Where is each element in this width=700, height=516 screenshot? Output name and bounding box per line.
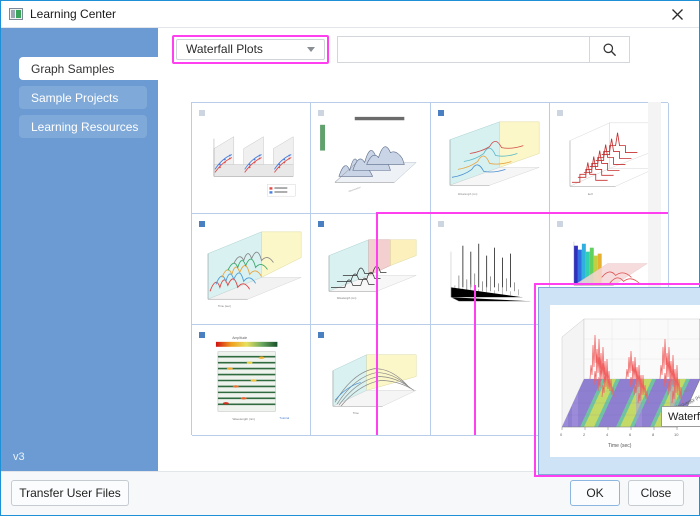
thumbnail-cell[interactable]: Time (sec): [192, 214, 311, 325]
sidebar-item-graph-samples[interactable]: Graph Samples: [19, 57, 164, 80]
svg-text:Tutorial: Tutorial: [279, 416, 289, 420]
sidebar-item-learning-resources[interactable]: Learning Resources: [19, 115, 147, 138]
svg-text:0: 0: [560, 432, 563, 437]
waterfall-y-colormap-chart: 024 6810 Time (sec) 100500 Amplitude (a.…: [550, 305, 700, 457]
svg-text:Amplitude: Amplitude: [232, 336, 247, 340]
close-label: Close: [641, 486, 672, 500]
category-select-highlight: Waterfall Plots: [172, 35, 329, 64]
svg-text:Wavelength (nm): Wavelength (nm): [457, 192, 477, 196]
window-body: Graph Samples Sample Projects Learning R…: [1, 28, 699, 473]
graph-thumbnail-3d-waterfall-filled: Wavenumber: [311, 103, 429, 213]
sidebar: Graph Samples Sample Projects Learning R…: [1, 28, 158, 473]
category-select[interactable]: Waterfall Plots: [176, 39, 325, 60]
thumbnail-cell[interactable]: Wavenumber: [311, 103, 430, 214]
svg-text:Time: Time: [353, 411, 360, 415]
graph-thumbnail-3d-waterfall-shaded-regions: Wavelength (nm): [311, 214, 429, 324]
svg-text:6: 6: [629, 432, 632, 437]
search-input[interactable]: [337, 36, 589, 63]
preview-popup-highlight: 024 6810 Time (sec) 100500 Amplitude (a.…: [534, 283, 700, 477]
sidebar-item-label: Learning Resources: [31, 120, 138, 134]
preview-popup[interactable]: 024 6810 Time (sec) 100500 Amplitude (a.…: [538, 287, 700, 475]
search-icon: [602, 42, 617, 57]
thumbnail-cell[interactable]: [192, 103, 311, 214]
preview-tooltip: Waterfall Plots - Waterfall with Y Color…: [661, 406, 700, 427]
thumbnail-cell[interactable]: [431, 214, 550, 325]
svg-text:2: 2: [583, 432, 586, 437]
svg-text:8: 8: [652, 432, 655, 437]
svg-text:Wavelength (nm): Wavelength (nm): [337, 296, 357, 300]
svg-text:Wavenumber: Wavenumber: [349, 187, 362, 193]
content-pane: Waterfall Plots: [158, 28, 699, 473]
sidebar-item-label: Graph Samples: [31, 62, 114, 76]
ok-label: OK: [586, 486, 603, 500]
thumbnail-cell[interactable]: Time: [311, 325, 430, 436]
svg-text:keV: keV: [588, 192, 593, 196]
transfer-user-files-button[interactable]: Transfer User Files: [11, 480, 129, 506]
window-title: Learning Center: [30, 7, 116, 21]
chevron-down-icon: [307, 47, 315, 52]
thumbnail-cell[interactable]: Amplitude: [192, 325, 311, 436]
svg-text:10: 10: [674, 432, 679, 437]
selection-highlight-line-v-right: [474, 285, 476, 435]
svg-text:4: 4: [606, 432, 609, 437]
selection-highlight-line-h-top: [376, 212, 668, 214]
title-bar: Learning Center: [1, 1, 699, 28]
preview-chart: 024 6810 Time (sec) 100500 Amplitude (a.…: [550, 305, 700, 457]
search-group: [337, 36, 630, 63]
category-select-value: Waterfall Plots: [186, 42, 263, 56]
transfer-user-files-label: Transfer User Files: [19, 486, 121, 500]
ok-button[interactable]: OK: [570, 480, 620, 506]
graph-thumbnail-3d-waterfall-curves: Time: [311, 325, 429, 435]
svg-text:Wavelength (nm): Wavelength (nm): [232, 417, 255, 421]
search-button[interactable]: [589, 36, 630, 63]
svg-text:Time (sec): Time (sec): [218, 304, 231, 308]
version-label: v3: [13, 451, 25, 463]
sidebar-item-sample-projects[interactable]: Sample Projects: [19, 86, 147, 109]
thumbnail-cell[interactable]: Wavelength (nm): [431, 103, 550, 214]
toolbar: Waterfall Plots: [158, 28, 699, 70]
close-button[interactable]: Close: [628, 480, 684, 506]
learning-center-window: Learning Center Graph Samples Sample Pro…: [0, 0, 700, 516]
graph-thumbnail-3d-waterfall-color-planes: Wavelength (nm): [431, 103, 549, 213]
graph-thumbnail-heatmap-amplitude: Amplitude: [192, 325, 310, 435]
graph-thumbnail-3d-scatter-panels: [192, 103, 310, 213]
thumbnail-cell[interactable]: [431, 325, 550, 436]
sidebar-item-label: Sample Projects: [31, 91, 118, 105]
footer-bar: Transfer User Files OK Close: [1, 471, 699, 515]
graph-thumbnail-3d-spike-waterfall: [431, 214, 549, 324]
graph-thumbnail-3d-waterfall-multicolor: Time (sec): [192, 214, 310, 324]
thumbnail-cell[interactable]: Wavelength (nm): [311, 214, 430, 325]
close-icon[interactable]: [655, 1, 699, 27]
svg-text:Time (sec): Time (sec): [608, 443, 632, 449]
selection-highlight-line-v-left: [376, 212, 378, 435]
app-window-icon: [9, 8, 23, 20]
preview-tooltip-text: Waterfall Plots - Waterfall with Y Color…: [668, 411, 700, 423]
